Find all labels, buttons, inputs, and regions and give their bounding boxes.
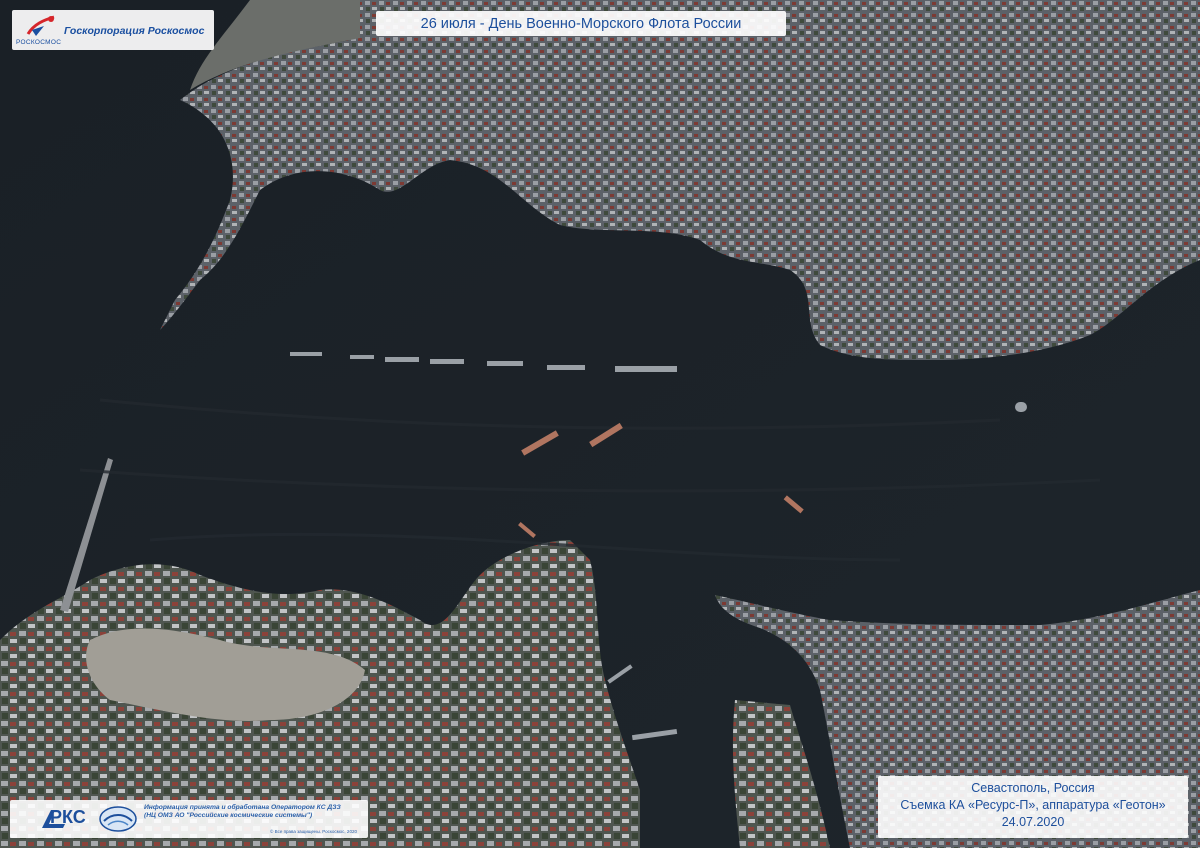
- caption-date: 24.07.2020: [1001, 815, 1065, 829]
- caption-source: Съемка КА «Ресурс-П», аппаратура «Геотон…: [900, 798, 1166, 812]
- operator-info: Информация принята и обработана Оператор…: [144, 804, 366, 821]
- satellite-image: [0, 0, 1200, 848]
- page-title: 26 июля - День Военно-Морского Флота Рос…: [420, 15, 742, 32]
- roscosmos-emblem-icon: [26, 15, 55, 36]
- operator-info-line2: (НЦ ОМЗ АО "Российские космические систе…: [144, 812, 313, 820]
- title-banner: 26 июля - День Военно-Морского Флота Рос…: [376, 11, 786, 36]
- ntsomz-emblem-icon: [99, 806, 137, 832]
- image-caption: Севастополь, Россия Съемка КА «Ресурс-П»…: [878, 776, 1188, 838]
- org-name: Госкорпорация Роскосмос: [64, 25, 205, 37]
- roscosmos-logo: Госкорпорация Роскосмос РОСКОСМОС: [12, 10, 214, 50]
- rks-brand: РКС: [50, 807, 86, 827]
- rks-credit: РКС Информация принята и обработана Опер…: [10, 800, 368, 838]
- caption-location: Севастополь, Россия: [971, 781, 1095, 795]
- copyright: © Все права защищены. Роскосмос, 2020: [270, 829, 357, 834]
- logo-wordmark: РОСКОСМОС: [16, 39, 62, 46]
